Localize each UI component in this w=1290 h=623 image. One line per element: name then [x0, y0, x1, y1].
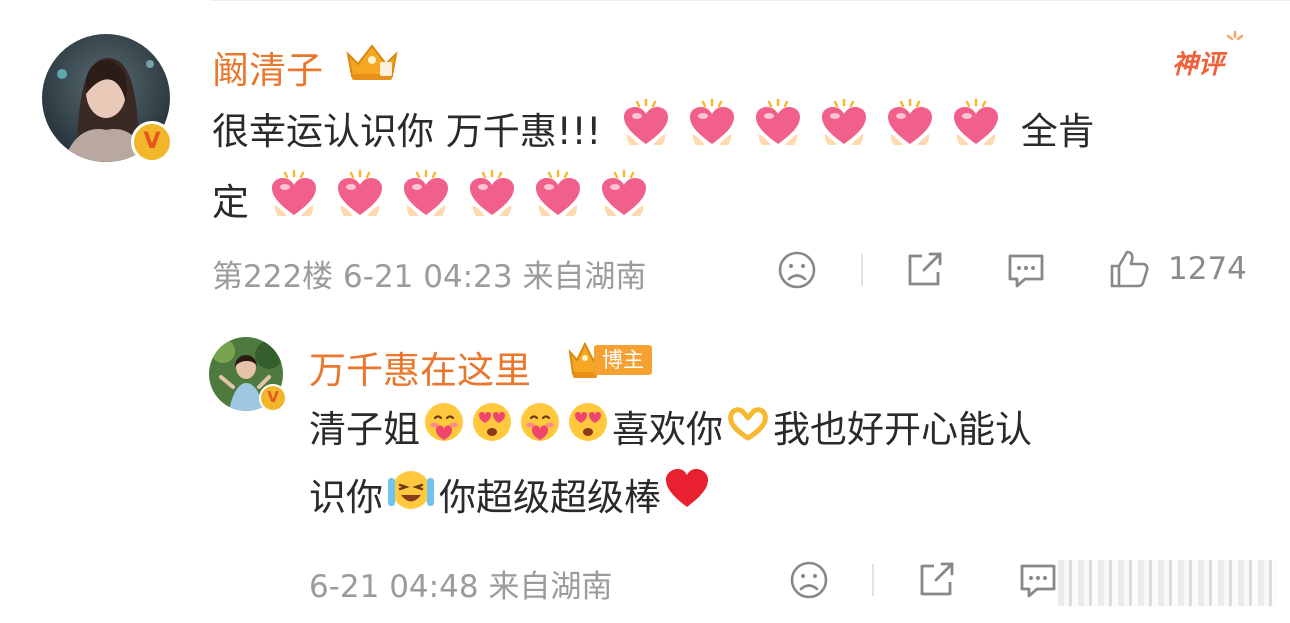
reply-text-part-a: 清子姐 [309, 408, 420, 451]
verified-icon: V [131, 121, 173, 163]
comment-text-part3: 定 [212, 181, 249, 224]
hearts-group [261, 169, 657, 224]
heart-hug-icon [619, 98, 673, 169]
dislike-icon[interactable] [789, 560, 829, 604]
heart-hug-icon [883, 98, 937, 169]
reply-username[interactable]: 万千惠在这里 [309, 340, 531, 394]
watermark-strip [1058, 560, 1278, 606]
comment-location: 来自湖南 [522, 259, 647, 295]
comment-icon[interactable] [1005, 250, 1047, 294]
action-divider [872, 564, 874, 596]
heart-hug-icon [333, 169, 387, 240]
shenping-badge: 神评 [1172, 50, 1225, 80]
like-count: 1274 [1168, 251, 1247, 287]
heart-hug-icon [949, 98, 1003, 169]
share-icon[interactable] [904, 250, 946, 294]
heart-hug-icon [531, 169, 585, 240]
verified-icon: V [259, 384, 287, 412]
comment-username[interactable]: 阚清子 [212, 40, 323, 94]
hug-face-icon [518, 399, 562, 465]
floor-number: 第222楼 [212, 259, 334, 295]
crown-icon [344, 40, 400, 86]
heart-hug-icon [597, 169, 651, 240]
heart-hug-icon [817, 98, 871, 169]
top-divider [210, 0, 1290, 1]
reply-text-part-c: 我也好开心能认 [773, 408, 1032, 451]
dislike-icon[interactable] [777, 250, 817, 294]
share-icon[interactable] [916, 560, 958, 604]
comment-meta: 第222楼 6-21 04:23 来自湖南 [212, 251, 646, 296]
heart-hug-icon [399, 169, 453, 240]
heart-hug-icon [267, 169, 321, 240]
comment-text: 很幸运认识你 万千惠!!! 全肯 定 [212, 98, 1212, 240]
sparkle-icon [1225, 30, 1245, 54]
comment-icon[interactable] [1017, 560, 1059, 604]
heart-hug-icon [465, 169, 519, 240]
like-icon[interactable] [1108, 248, 1150, 294]
reply-text-part-b: 喜欢你 [612, 408, 723, 451]
heart-eyes-icon [566, 399, 610, 465]
reply-text: 清子姐 喜欢你 我也好开心能认 识你 你超级超级棒 [309, 397, 1229, 533]
action-divider [861, 254, 863, 286]
reply-location: 来自湖南 [488, 569, 613, 605]
comment-text-part1: 很幸运认识你 万千惠!!! [212, 110, 602, 153]
red-heart-icon [663, 466, 711, 532]
heart-hands-icon [725, 399, 771, 465]
comment-date: 6-21 04:23 [343, 259, 513, 295]
author-badge: 博主 [594, 345, 652, 375]
hug-face-icon [422, 399, 466, 465]
reply-text-part-e: 你超级超级棒 [439, 475, 661, 519]
heart-hug-icon [751, 98, 805, 169]
heart-hug-icon [685, 98, 739, 169]
tears-of-joy-icon [385, 466, 437, 533]
reply-text-part-d: 识你 [309, 475, 383, 519]
heart-eyes-icon [470, 399, 514, 465]
hearts-group [613, 98, 1009, 153]
reply-date: 6-21 04:48 [309, 569, 479, 605]
reply-meta: 6-21 04:48 来自湖南 [309, 561, 612, 606]
comment-text-part2: 全肯 [1020, 110, 1095, 153]
